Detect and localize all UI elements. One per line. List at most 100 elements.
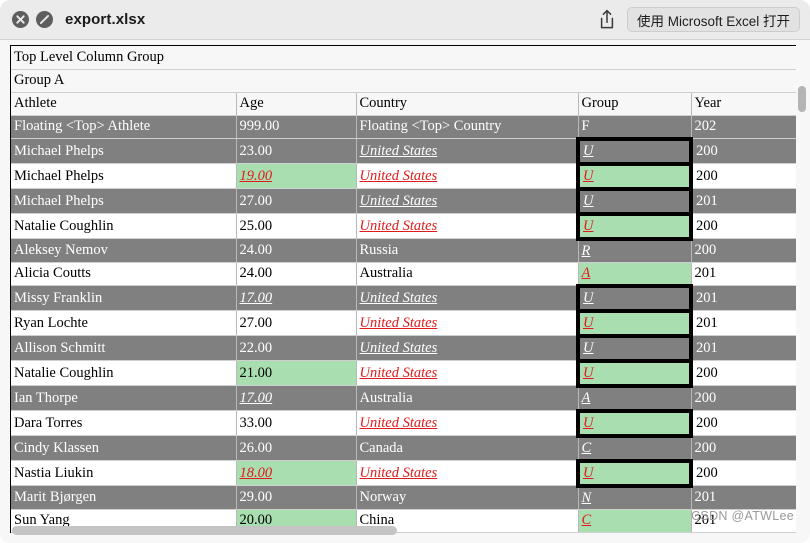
cell-group[interactable]: U [576,211,693,241]
cell-athlete[interactable]: Ryan Lochte [11,310,237,336]
cell-group[interactable]: U [576,308,693,338]
cell-group[interactable]: F [578,115,692,139]
cell-age[interactable]: 22.00 [236,335,357,361]
cell-age[interactable]: 19.00 [236,163,357,189]
cell-athlete[interactable]: Natalie Coughlin [11,360,237,386]
table-row[interactable]: Dara Torres 33.00 United States U 200 [11,408,796,438]
cell-age[interactable]: 27.00 [236,310,357,336]
cell-year[interactable]: 200 [691,213,796,239]
cell-group[interactable]: U [576,408,693,438]
cell-group[interactable]: U [576,283,693,313]
cell-country[interactable]: United States [356,335,579,361]
cell-group[interactable]: U [576,358,693,388]
cell-year[interactable]: 200 [691,138,796,164]
cell-athlete[interactable]: Floating <Top> Athlete [11,115,237,139]
table-row[interactable]: Michael Phelps 23.00 United States U 200 [11,136,796,166]
cell-country[interactable]: Australia [356,262,579,286]
cell-country[interactable]: United States [356,163,579,189]
vertical-scrollbar-thumb[interactable] [798,86,806,112]
column-header-country[interactable]: Country [356,92,579,116]
cell-year[interactable]: 200 [691,360,796,386]
cell-country[interactable]: Canada [356,435,579,461]
cell-country[interactable]: United States [356,188,579,214]
table-row[interactable]: Ian Thorpe 17.00 Australia A 200 [11,385,796,411]
cell-country[interactable]: United States [356,410,579,436]
spreadsheet-viewport[interactable]: Top Level Column Group Group A Athlete Age C… [0,40,810,543]
cell-country[interactable]: United States [356,360,579,386]
table-row[interactable]: Ryan Lochte 27.00 United States U 201 [11,308,796,338]
cell-athlete[interactable]: Alicia Coutts [11,262,237,286]
cell-age[interactable]: 23.00 [236,138,357,164]
cell-year[interactable]: 200 [691,163,796,189]
cell-country[interactable]: Floating <Top> Country [356,115,579,139]
table-row[interactable]: Nastia Liukin 18.00 United States U 200 [11,458,796,488]
cell-year[interactable]: 200 [691,460,796,486]
cell-year[interactable]: 200 [691,385,796,411]
cell-group[interactable]: U [576,458,693,488]
cell-athlete[interactable]: Michael Phelps [11,163,237,189]
cell-year[interactable]: 201 [691,310,796,336]
table-row[interactable]: Allison Schmitt 22.00 United States U 201 [11,333,796,363]
cell-athlete[interactable]: Natalie Coughlin [11,213,237,239]
cell-group[interactable]: N [578,485,692,510]
cell-age[interactable]: 24.00 [236,238,357,263]
cell-group[interactable]: U [576,333,693,363]
cell-athlete[interactable]: Michael Phelps [11,138,237,164]
cell-group[interactable]: U [576,186,693,216]
cell-group[interactable]: C [578,435,692,461]
column-header-group[interactable]: Group [578,92,692,116]
cell-athlete[interactable]: Aleksey Nemov [11,238,237,263]
cell-country[interactable]: United States [356,285,579,311]
cell-country[interactable]: Australia [356,385,579,411]
table-row[interactable]: Marit Bjørgen 29.00 Norway N 201 [11,485,796,510]
cell-year[interactable]: 200 [691,238,796,263]
cell-year[interactable]: 202 [691,115,796,139]
cell-year[interactable]: 201 [691,335,796,361]
table-row[interactable]: Michael Phelps 27.00 United States U 201 [11,186,796,216]
table-row[interactable]: Missy Franklin 17.00 United States U 201 [11,283,796,313]
vertical-scrollbar-track[interactable] [798,84,807,536]
cell-country[interactable]: United States [356,213,579,239]
table-row[interactable]: Cindy Klassen 26.00 Canada C 200 [11,435,796,461]
cell-age[interactable]: 27.00 [236,188,357,214]
cell-group[interactable]: U [576,161,693,191]
table-row[interactable]: Aleksey Nemov 24.00 Russia R 200 [11,238,796,263]
cell-athlete[interactable]: Michael Phelps [11,188,237,214]
cell-age[interactable]: 24.00 [236,262,357,286]
cell-athlete[interactable]: Nastia Liukin [11,460,237,486]
cell-country[interactable]: Russia [356,238,579,263]
cell-athlete[interactable]: Dara Torres [11,410,237,436]
share-upload-icon[interactable] [597,8,617,31]
cell-age[interactable]: 25.00 [236,213,357,239]
column-header-year[interactable]: Year [691,92,796,116]
cell-group[interactable]: A [578,385,692,411]
cell-age[interactable]: 17.00 [236,385,357,411]
cell-age[interactable]: 21.00 [236,360,357,386]
table-row[interactable]: Floating <Top> Athlete 999.00 Floating <To… [11,115,796,139]
column-header-athlete[interactable]: Athlete [11,92,237,116]
cell-country[interactable]: Norway [356,485,579,510]
cell-year[interactable]: 201 [691,285,796,311]
cell-athlete[interactable]: Marit Bjørgen [11,485,237,510]
cell-group[interactable]: U [576,136,693,166]
cell-country[interactable]: United States [356,460,579,486]
cell-year[interactable]: 201 [691,262,796,286]
cell-country[interactable]: United States [356,138,579,164]
open-with-excel-button[interactable]: 使用 Microsoft Excel 打开 [626,7,800,32]
cell-age[interactable]: 18.00 [236,460,357,486]
cell-athlete[interactable]: Missy Franklin [11,285,237,311]
table-row[interactable]: Natalie Coughlin 21.00 United States U 200 [11,358,796,388]
cell-athlete[interactable]: Cindy Klassen [11,435,237,461]
cell-year[interactable]: 201 [691,188,796,214]
cell-year[interactable]: 201 [691,485,796,510]
cell-age[interactable]: 17.00 [236,285,357,311]
cell-athlete[interactable]: Allison Schmitt [11,335,237,361]
horizontal-scrollbar-thumb[interactable] [12,526,397,535]
cell-age[interactable]: 33.00 [236,410,357,436]
prohibited-circle-icon[interactable] [36,11,53,28]
table-row[interactable]: Natalie Coughlin 25.00 United States U 200 [11,211,796,241]
cell-group[interactable]: R [578,238,692,263]
cell-year[interactable]: 200 [691,435,796,461]
cell-year[interactable]: 200 [691,410,796,436]
cell-country[interactable]: United States [356,310,579,336]
